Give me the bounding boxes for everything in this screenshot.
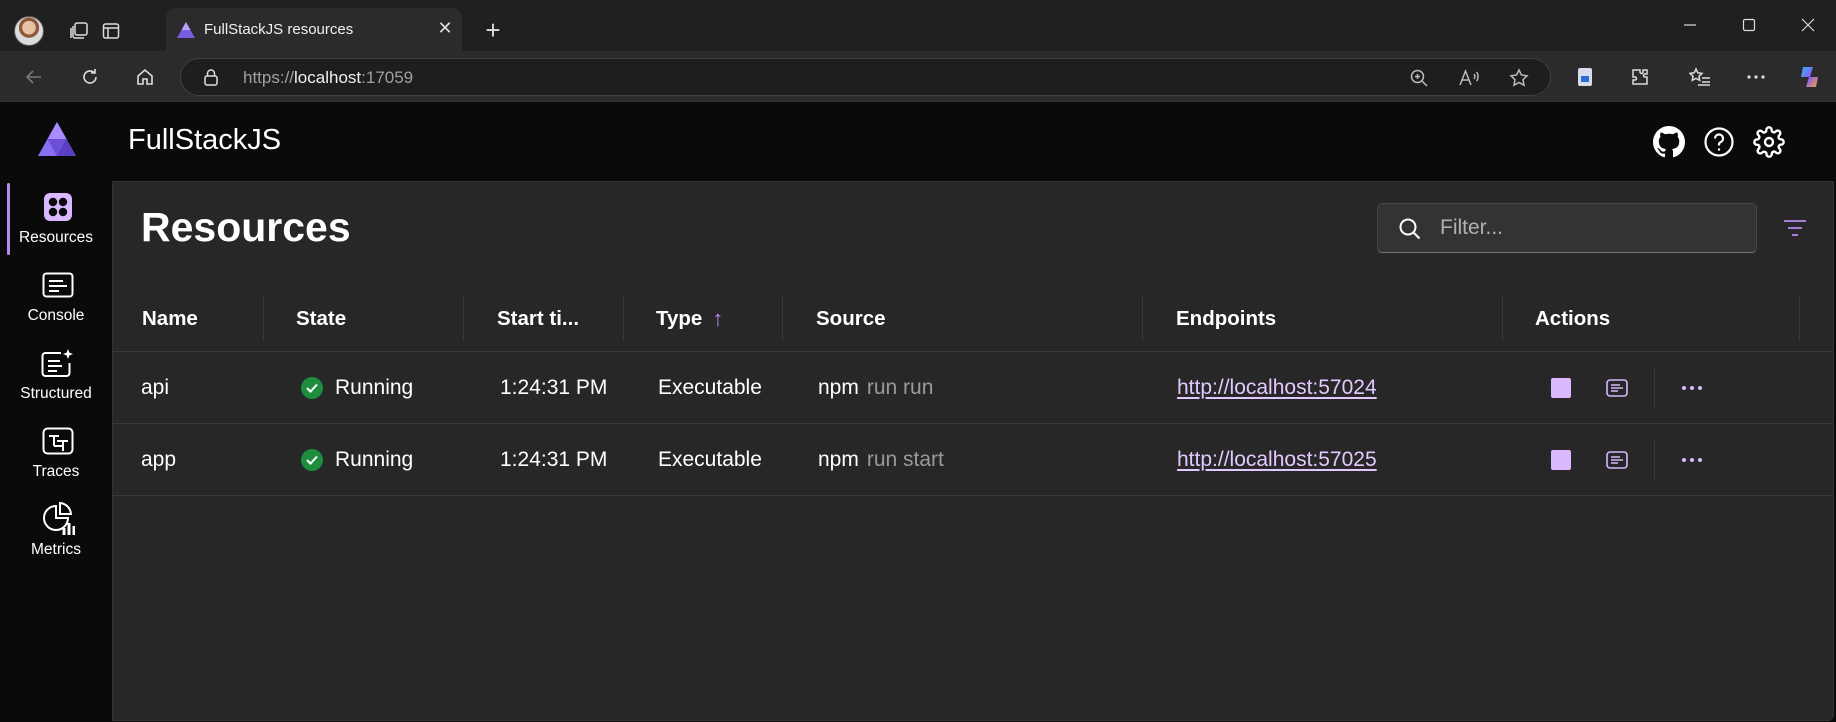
- column-divider[interactable]: [263, 297, 264, 341]
- column-divider[interactable]: [782, 297, 783, 341]
- app-window: FullStackJS Resources Console Structured…: [0, 101, 1836, 722]
- filter-field[interactable]: [1377, 203, 1757, 253]
- nav-label: Resources: [18, 229, 94, 246]
- lock-icon[interactable]: [203, 68, 219, 90]
- nav-item-structured[interactable]: Structured: [0, 337, 112, 409]
- console-icon: [41, 269, 75, 301]
- resource-state: Running: [301, 424, 413, 496]
- active-browser-tab[interactable]: FullStackJS resources ✕: [166, 8, 462, 51]
- nav-item-resources[interactable]: Resources: [0, 181, 112, 255]
- nav-label: Metrics: [31, 541, 81, 558]
- running-check-icon: [301, 377, 323, 399]
- refresh-button[interactable]: [74, 61, 106, 93]
- console-logs-icon[interactable]: [1603, 447, 1631, 473]
- structured-logs-icon: [41, 347, 75, 379]
- column-divider[interactable]: [1502, 297, 1503, 341]
- nav-item-metrics[interactable]: Metrics: [0, 493, 112, 565]
- column-header-endpoints[interactable]: Endpoints: [1176, 286, 1276, 352]
- main-content: Resources Name State Start ti... Type↑ S…: [112, 181, 1834, 721]
- extensions-icon[interactable]: [1624, 61, 1656, 93]
- copilot-icon[interactable]: [1794, 61, 1826, 93]
- column-divider: [1799, 297, 1800, 341]
- resource-name: api: [141, 376, 170, 399]
- more-menu-icon[interactable]: [1740, 61, 1772, 93]
- column-header-type[interactable]: Type ↑: [656, 286, 723, 352]
- table-header-row: Name State Start ti... Type ↑ Source Endp…: [113, 286, 1833, 352]
- stop-button[interactable]: [1547, 375, 1575, 401]
- favorite-star-icon[interactable]: [1507, 66, 1531, 90]
- filter-input[interactable]: [1440, 213, 1740, 243]
- page-title: Resources: [141, 204, 351, 250]
- endpoint-link[interactable]: http://localhost:57024: [1177, 376, 1377, 400]
- column-header-actions: Actions: [1535, 307, 1611, 330]
- resources-table: Name State Start ti... Type ↑ Source Endp…: [113, 286, 1833, 496]
- metrics-icon: [41, 502, 75, 535]
- actions-divider: [1654, 440, 1655, 480]
- table-row[interactable]: api Running 1:24:31 PM Executable npm run…: [113, 352, 1833, 424]
- browser-toolbar: https://localhost:17059: [0, 51, 1836, 101]
- resource-source: npm run run: [818, 376, 934, 399]
- home-button[interactable]: [129, 61, 161, 93]
- maximize-button[interactable]: [1729, 10, 1769, 40]
- traces-icon: [41, 425, 75, 457]
- resource-source: npm run start: [818, 448, 944, 471]
- aspire-logo-icon[interactable]: [37, 121, 77, 161]
- github-icon[interactable]: [1651, 124, 1687, 160]
- resources-icon: [41, 191, 75, 223]
- column-header-start-time[interactable]: Start ti...: [497, 286, 579, 352]
- nav-label: Console: [27, 307, 85, 324]
- help-icon[interactable]: [1701, 124, 1737, 160]
- more-actions-icon[interactable]: [1678, 375, 1706, 401]
- new-tab-button[interactable]: +: [478, 15, 508, 45]
- more-actions-icon[interactable]: [1678, 447, 1706, 473]
- column-header-state[interactable]: State: [296, 286, 346, 352]
- extension-doc-icon[interactable]: [1569, 61, 1601, 93]
- profile-avatar[interactable]: [14, 16, 44, 46]
- resource-start-time: 1:24:31 PM: [500, 376, 608, 399]
- column-divider[interactable]: [1142, 297, 1143, 341]
- nav-item-console[interactable]: Console: [0, 259, 112, 331]
- endpoint-link[interactable]: http://localhost:57025: [1177, 448, 1377, 472]
- settings-gear-icon[interactable]: [1751, 124, 1787, 160]
- zoom-icon[interactable]: [1407, 66, 1431, 90]
- resource-type: Executable: [658, 448, 762, 471]
- aspire-favicon-icon: [176, 21, 196, 43]
- resource-name: app: [141, 448, 177, 471]
- filter-options-icon[interactable]: [1781, 216, 1809, 240]
- nav-label: Structured: [20, 385, 92, 402]
- column-header-source[interactable]: Source: [816, 286, 886, 352]
- column-divider[interactable]: [463, 297, 464, 341]
- resource-type: Executable: [658, 376, 762, 399]
- resource-endpoint: http://localhost:57025: [1177, 424, 1377, 496]
- read-aloud-icon[interactable]: [1457, 66, 1481, 90]
- resource-endpoint: http://localhost:57024: [1177, 352, 1377, 424]
- app-title: FullStackJS: [128, 124, 282, 156]
- app-header: FullStackJS: [0, 102, 1836, 181]
- stop-button[interactable]: [1547, 447, 1575, 473]
- nav-item-traces[interactable]: Traces: [0, 415, 112, 487]
- workspaces-icon[interactable]: [66, 18, 92, 44]
- search-icon: [1398, 217, 1422, 245]
- resource-state: Running: [301, 352, 413, 424]
- address-bar[interactable]: https://localhost:17059: [180, 58, 1551, 96]
- browser-tabstrip: FullStackJS resources ✕ +: [0, 0, 1836, 51]
- console-logs-icon[interactable]: [1603, 375, 1631, 401]
- actions-divider: [1654, 368, 1655, 408]
- table-row[interactable]: app Running 1:24:31 PM Executable npm run…: [113, 424, 1833, 496]
- running-check-icon: [301, 449, 323, 471]
- side-navigation: Resources Console Structured Traces Metr…: [0, 181, 112, 722]
- url-text[interactable]: https://localhost:17059: [243, 68, 413, 88]
- close-tab-icon[interactable]: ✕: [434, 17, 456, 39]
- close-window-button[interactable]: [1788, 10, 1828, 40]
- tab-title: FullStackJS resources: [204, 21, 354, 38]
- column-header-name[interactable]: Name: [142, 286, 198, 352]
- resource-start-time: 1:24:31 PM: [500, 448, 608, 471]
- minimize-button[interactable]: [1670, 10, 1710, 40]
- back-button[interactable]: [18, 61, 50, 93]
- favorites-icon[interactable]: [1684, 61, 1716, 93]
- sort-ascending-icon: ↑: [712, 306, 724, 331]
- nav-label: Traces: [32, 463, 80, 480]
- tab-actions-icon[interactable]: [98, 18, 124, 44]
- column-divider[interactable]: [623, 297, 624, 341]
